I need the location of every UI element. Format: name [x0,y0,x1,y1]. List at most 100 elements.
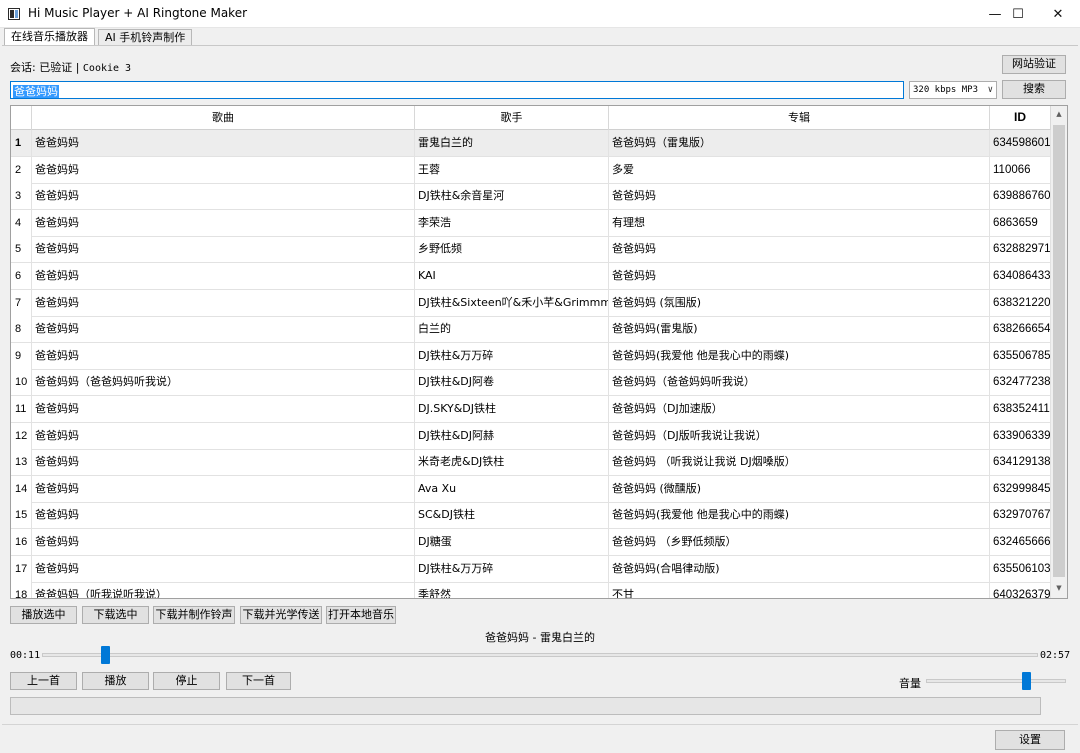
stop-button[interactable]: 停止 [153,672,220,690]
cell-id: 634086433 [990,263,1051,289]
total-duration: 02:57 [1040,650,1071,661]
table-row[interactable]: 12 爸爸妈妈 DJ铁柱&DJ阿赫 爸爸妈妈（DJ版听我说让我说） 633906339 [11,422,1051,450]
play-button[interactable]: 播放 [82,672,149,690]
table-row[interactable]: 18 爸爸妈妈（听我说听我说） 季舒然 不甘 640326379 [11,582,1051,598]
search-query-text: 爸爸妈妈 [13,85,59,98]
column-header-id[interactable]: ID [990,106,1051,130]
table-row[interactable]: 11 爸爸妈妈 DJ.SKY&DJ铁柱 爸爸妈妈（DJ加速版） 638352411 [11,396,1051,423]
table-row[interactable]: 9 爸爸妈妈 DJ铁柱&万万碎 爸爸妈妈(我爱他 他是我心中的雨蝶) 635506785 [11,342,1051,370]
row-number: 4 [11,209,32,236]
cell-id: 110066 [990,156,1051,183]
table-row[interactable]: 4 爸爸妈妈 李荣浩 有理想 6863659 [11,209,1051,237]
scrollbar-thumb[interactable] [1053,125,1065,577]
table-row[interactable]: 8 爸爸妈妈 白兰的 爸爸妈妈(雷鬼版) 638266654 [11,316,1051,344]
cell-id: 634598601 [990,130,1051,156]
quality-select[interactable]: 320 kbps MP3 ∨ [909,81,997,99]
cell-artist: DJ铁柱&DJ阿卷 [415,369,609,396]
chevron-down-icon: ∨ [987,85,993,95]
cell-song: 爸爸妈妈 [32,130,415,156]
open-local-music-button[interactable]: 打开本地音乐 [326,606,396,624]
table-row[interactable]: 15 爸爸妈妈 SC&DJ铁柱 爸爸妈妈(我爱他 他是我心中的雨蝶) 632970767 [11,502,1051,530]
elapsed-time: 00:11 [10,650,41,661]
footer-divider [2,724,1078,725]
row-number: 5 [11,236,32,263]
search-button[interactable]: 搜索 [1002,80,1066,99]
row-number: 15 [11,502,32,529]
cell-id: 634129138 [990,449,1051,476]
cell-song: 爸爸妈妈 [32,156,415,183]
cell-artist: 李荣浩 [415,209,609,236]
table-row[interactable]: 16 爸爸妈妈 DJ糖蛋 爸爸妈妈 （乡野低频版） 632465666 [11,529,1051,556]
column-header-artist[interactable]: 歌手 [415,106,609,130]
table-row[interactable]: 2 爸爸妈妈 王蓉 多爱 110066 [11,156,1051,184]
cell-artist: 雷鬼白兰的 [415,130,609,156]
cell-artist: KAI [415,263,609,289]
table-row[interactable]: 6 爸爸妈妈 KAI 爸爸妈妈 634086433 [11,263,1051,290]
row-number: 2 [11,156,32,183]
cell-album: 爸爸妈妈(雷鬼版) [609,316,990,343]
cell-album: 爸爸妈妈 (氛围版) [609,289,990,316]
row-number: 10 [11,369,32,396]
cell-id: 639886760 [990,183,1051,210]
cell-id: 638321220 [990,289,1051,316]
table-row[interactable]: 3 爸爸妈妈 DJ铁柱&余音星河 爸爸妈妈 639886760 [11,183,1051,211]
download-optical-transfer-button[interactable]: 下载并光学传送 [240,606,322,624]
cell-album: 爸爸妈妈 （乡野低频版） [609,529,990,555]
tab-online-player[interactable]: 在线音乐播放器 [4,28,95,46]
cell-album: 爸爸妈妈 [609,236,990,263]
cell-id: 633906339 [990,422,1051,449]
cell-id: 635506103 [990,555,1051,582]
close-button[interactable]: ✕ [1035,0,1080,28]
cell-artist: 米奇老虎&DJ铁柱 [415,449,609,476]
row-number: 17 [11,555,32,582]
cell-song: 爸爸妈妈 [32,502,415,529]
previous-track-button[interactable]: 上一首 [10,672,77,690]
search-input[interactable]: 爸爸妈妈 [10,81,904,99]
volume-slider-handle[interactable] [1022,672,1032,690]
quality-value: 320 kbps MP3 [913,85,979,95]
session-status-text: 会话: 已验证 | [10,61,83,74]
cell-song: 爸爸妈妈 [32,396,415,422]
volume-label: 音量 [899,677,921,690]
download-selected-button[interactable]: 下载选中 [82,606,149,624]
column-header-album[interactable]: 专辑 [609,106,990,130]
row-number: 11 [11,396,32,422]
cell-artist: 乡野低频 [415,236,609,263]
play-selected-button[interactable]: 播放选中 [10,606,77,624]
cell-artist: Ava Xu [415,475,609,502]
volume-slider-track[interactable] [926,679,1066,683]
download-make-ringtone-button[interactable]: 下载并制作铃声 [153,606,235,624]
tab-ringtone-maker[interactable]: AI 手机铃声制作 [98,29,193,45]
cell-song: 爸爸妈妈 [32,475,415,502]
session-cookie: Cookie 3 [82,63,132,74]
cell-artist: DJ铁柱&余音星河 [415,183,609,210]
verify-site-button[interactable]: 网站验证 [1002,55,1066,74]
table-row[interactable]: 10 爸爸妈妈（爸爸妈妈听我说） DJ铁柱&DJ阿卷 爸爸妈妈（爸爸妈妈听我说） 632… [11,369,1051,397]
row-number: 1 [11,130,32,156]
cell-id: 632477238 [990,369,1051,396]
cell-song: 爸爸妈妈 [32,342,415,369]
seek-slider-handle[interactable] [101,646,111,664]
table-row[interactable]: 14 爸爸妈妈 Ava Xu 爸爸妈妈 (微醺版) 632999845 [11,475,1051,503]
settings-button[interactable]: 设置 [995,730,1065,750]
row-number: 6 [11,263,32,289]
table-row[interactable]: 5 爸爸妈妈 乡野低频 爸爸妈妈 632882971 [11,236,1051,264]
table-row[interactable]: 1 爸爸妈妈 雷鬼白兰的 爸爸妈妈（雷鬼版） 634598601 [11,130,1051,157]
scroll-up-icon[interactable]: ▲ [1054,110,1064,118]
row-number-header [11,106,32,130]
scroll-down-icon[interactable]: ▼ [1054,584,1064,592]
table-scrollbar[interactable]: ▲ ▼ [1051,106,1067,598]
title-bar: Hi Music Player + AI Ringtone Maker — ☐ … [0,0,1080,28]
table-row[interactable]: 7 爸爸妈妈 DJ铁柱&Sixteen吖&禾小芊&Grimmmz 爸爸妈妈 (氛围版)… [11,289,1051,317]
table-row[interactable]: 17 爸爸妈妈 DJ铁柱&万万碎 爸爸妈妈(合唱律动版) 635506103 [11,555,1051,583]
cell-album: 爸爸妈妈 （听我说让我说 DJ烟嗓版） [609,449,990,476]
table-header: 歌曲 歌手 专辑 ID [11,106,1051,130]
app-icon [8,8,20,20]
table-row[interactable]: 13 爸爸妈妈 米奇老虎&DJ铁柱 爸爸妈妈 （听我说让我说 DJ烟嗓版） 634129… [11,449,1051,477]
row-number: 7 [11,289,32,316]
cell-album: 爸爸妈妈（雷鬼版） [609,130,990,156]
seek-slider-track[interactable] [42,653,1038,657]
results-table[interactable]: 歌曲 歌手 专辑 ID 1 爸爸妈妈 雷鬼白兰的 爸爸妈妈（雷鬼版） 634598601… [10,105,1068,599]
next-track-button[interactable]: 下一首 [226,672,291,690]
column-header-song[interactable]: 歌曲 [32,106,415,130]
